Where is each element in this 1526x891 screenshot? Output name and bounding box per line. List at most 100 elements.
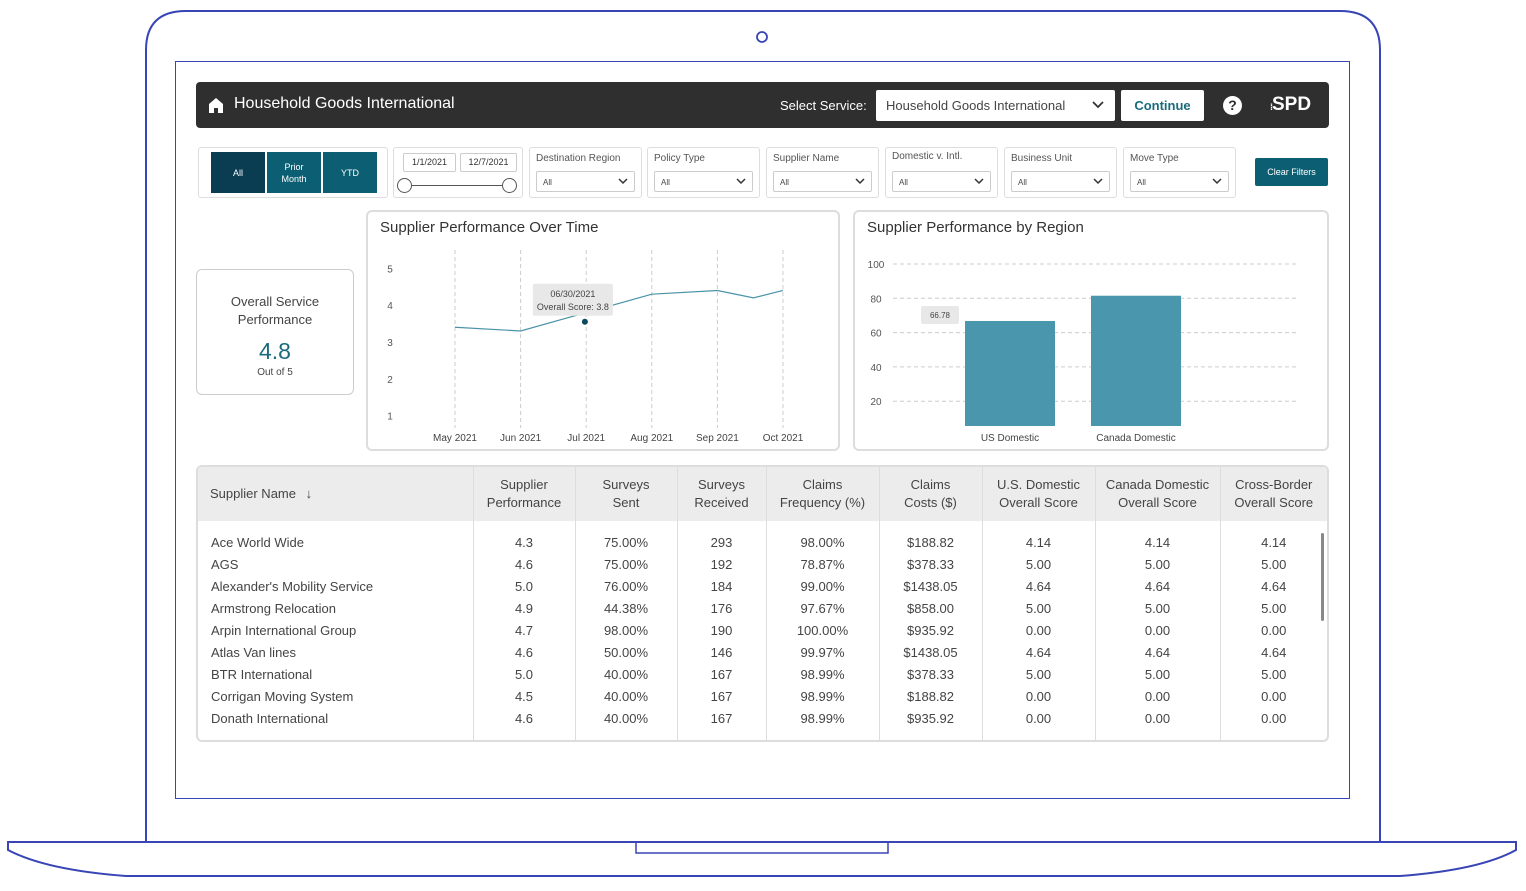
table-cell: 100.00% [766, 619, 880, 641]
column-header[interactable]: Claims Frequency (%) [766, 467, 880, 521]
column-header[interactable]: Supplier Name ↓ [198, 467, 474, 521]
column-header[interactable]: Claims Costs ($) [879, 467, 983, 521]
table-cell: 98.00% [575, 619, 678, 641]
table-row[interactable]: AGS 4.6 75.00% 192 78.87% $378.33 5.00 5.00 5.00 [198, 553, 1327, 575]
supplier-name-cell: Donath International [198, 707, 474, 729]
help-icon[interactable]: ? [1223, 96, 1242, 115]
home-icon[interactable] [208, 97, 224, 113]
table-cell: 40.00% [575, 707, 678, 729]
date-slider-end-handle[interactable] [502, 178, 517, 193]
x-tick-label: Oct 2021 [763, 433, 804, 444]
kpi-value: 4.8 [259, 338, 291, 364]
period-all-button[interactable]: All [211, 152, 265, 193]
table-cell: $188.82 [879, 521, 983, 553]
policy-type-filter: Policy Type All [647, 147, 760, 198]
column-header[interactable]: Surveys Received [677, 467, 767, 521]
end-date-input[interactable]: 12/7/2021 [460, 153, 517, 172]
column-header[interactable]: Surveys Sent [575, 467, 678, 521]
table-row[interactable]: BTR International 5.0 40.00% 167 98.99% $378.… [198, 663, 1327, 685]
date-slider-track [404, 185, 512, 186]
table-cell: $1438.05 [879, 575, 983, 597]
y-tick-label: 4 [387, 301, 393, 312]
period-ytd-button[interactable]: YTD [323, 152, 377, 193]
domestic-intl-select[interactable]: All [892, 171, 991, 192]
table-cell: 0.00 [1261, 710, 1287, 726]
table-cell: $188.82 [879, 685, 983, 707]
column-header[interactable]: Canada Domestic Overall Score [1095, 467, 1221, 521]
table-cell: 4.64 [1095, 641, 1221, 663]
x-tick-label: Sep 2021 [696, 433, 739, 444]
table-cell: $858.00 [879, 597, 983, 619]
table-row[interactable]: Atlas Van lines 4.6 50.00% 146 99.97% $1438.0… [198, 641, 1327, 663]
move-type-select[interactable]: All [1130, 171, 1229, 192]
table-cell: 98.99% [766, 707, 880, 729]
table-row[interactable]: Ace World Wide 4.3 75.00% 293 98.00% $188.82 4… [198, 521, 1327, 553]
table-cell: $1438.05 [879, 641, 983, 663]
table-cell: 4.14 [1261, 534, 1287, 550]
y-tick-label: 3 [387, 338, 393, 349]
supplier-name-select[interactable]: All [773, 171, 872, 192]
table-cell: 5.00 [1095, 553, 1221, 575]
continue-button[interactable]: Continue [1121, 90, 1204, 121]
table-scrollbar[interactable] [1321, 533, 1324, 621]
start-date-input[interactable]: 1/1/2021 [403, 153, 456, 172]
select-service-label: Select Service: [780, 98, 867, 113]
column-header[interactable]: U.S. Domestic Overall Score [982, 467, 1096, 521]
y-tick-label: 2 [387, 375, 393, 386]
table-cell: 184 [677, 575, 767, 597]
table-cell: 5.00 [1095, 597, 1221, 619]
table-cell: 192 [677, 553, 767, 575]
y-tick-label: 20 [870, 397, 882, 408]
column-header[interactable]: Cross-Border Overall Score [1220, 467, 1327, 521]
table-cell: 0.00 [1261, 622, 1287, 638]
column-header[interactable]: Supplier Performance [473, 467, 576, 521]
date-slider-start-handle[interactable] [397, 178, 412, 193]
supplier-name-cell: Arpin International Group [198, 619, 474, 641]
business-unit-select[interactable]: All [1011, 171, 1110, 192]
kpi-subtitle: Out of 5 [257, 367, 293, 378]
x-tick-label: US Domestic [981, 433, 1039, 444]
clear-filters-button[interactable]: Clear Filters [1255, 158, 1328, 186]
table-row[interactable]: Donath International 4.6 40.00% 167 98.99% $9… [198, 707, 1327, 729]
table-body: Ace World Wide 4.3 75.00% 293 98.00% $188.82 4… [198, 521, 1327, 740]
filter-label: Business Unit [1011, 153, 1073, 164]
table-cell: 4.64 [1261, 578, 1287, 594]
filter-label: Supplier Name [773, 153, 840, 164]
table-cell: 176 [677, 597, 767, 619]
table-row[interactable]: Alexander's Mobility Service 5.0 76.00% 184… [198, 575, 1327, 597]
table-cell: 78.87% [766, 553, 880, 575]
supplier-table: Supplier Name ↓ Supplier Performance Survey… [196, 465, 1329, 742]
table-row[interactable]: Armstrong Relocation 4.9 44.38% 176 97.67% $8… [198, 597, 1327, 619]
y-tick-label: 100 [868, 260, 885, 271]
y-tick-label: 40 [870, 363, 882, 374]
table-row[interactable]: Corrigan Moving System 4.5 40.00% 167 98.99%… [198, 685, 1327, 707]
y-tick-label: 60 [870, 329, 882, 340]
table-cell: 0.00 [982, 619, 1096, 641]
table-cell: 167 [677, 663, 767, 685]
period-prior-month-button[interactable]: Prior Month [267, 152, 321, 193]
table-cell: 4.64 [1261, 644, 1287, 660]
policy-type-select[interactable]: All [654, 171, 753, 192]
table-cell: 98.00% [766, 521, 880, 553]
table-cell: 4.9 [473, 597, 576, 619]
table-cell: 50.00% [575, 641, 678, 663]
sort-arrow-icon[interactable]: ↓ [302, 486, 313, 501]
x-tick-label: May 2021 [433, 433, 477, 444]
app-title: Household Goods International [234, 95, 455, 112]
table-cell: $935.92 [879, 707, 983, 729]
kpi-title: Overall Service Performance [230, 294, 320, 327]
y-tick-label: 1 [387, 412, 393, 423]
supplier-name-cell: Corrigan Moving System [198, 685, 474, 707]
table-cell: 44.38% [575, 597, 678, 619]
destination-region-filter: Destination Region All [529, 147, 642, 198]
destination-region-select[interactable]: All [536, 171, 635, 192]
supplier-name-cell: Ace World Wide [198, 521, 474, 553]
table-cell: 40.00% [575, 663, 678, 685]
table-row[interactable]: Arpin International Group 4.7 98.00% 190 100… [198, 619, 1327, 641]
data-point-highlight [581, 318, 588, 325]
table-cell: 4.3 [473, 521, 576, 553]
table-cell: 99.00% [766, 575, 880, 597]
series-line [454, 289, 784, 332]
table-spacer-row [198, 729, 1327, 740]
service-select[interactable]: Household Goods International [876, 90, 1115, 121]
